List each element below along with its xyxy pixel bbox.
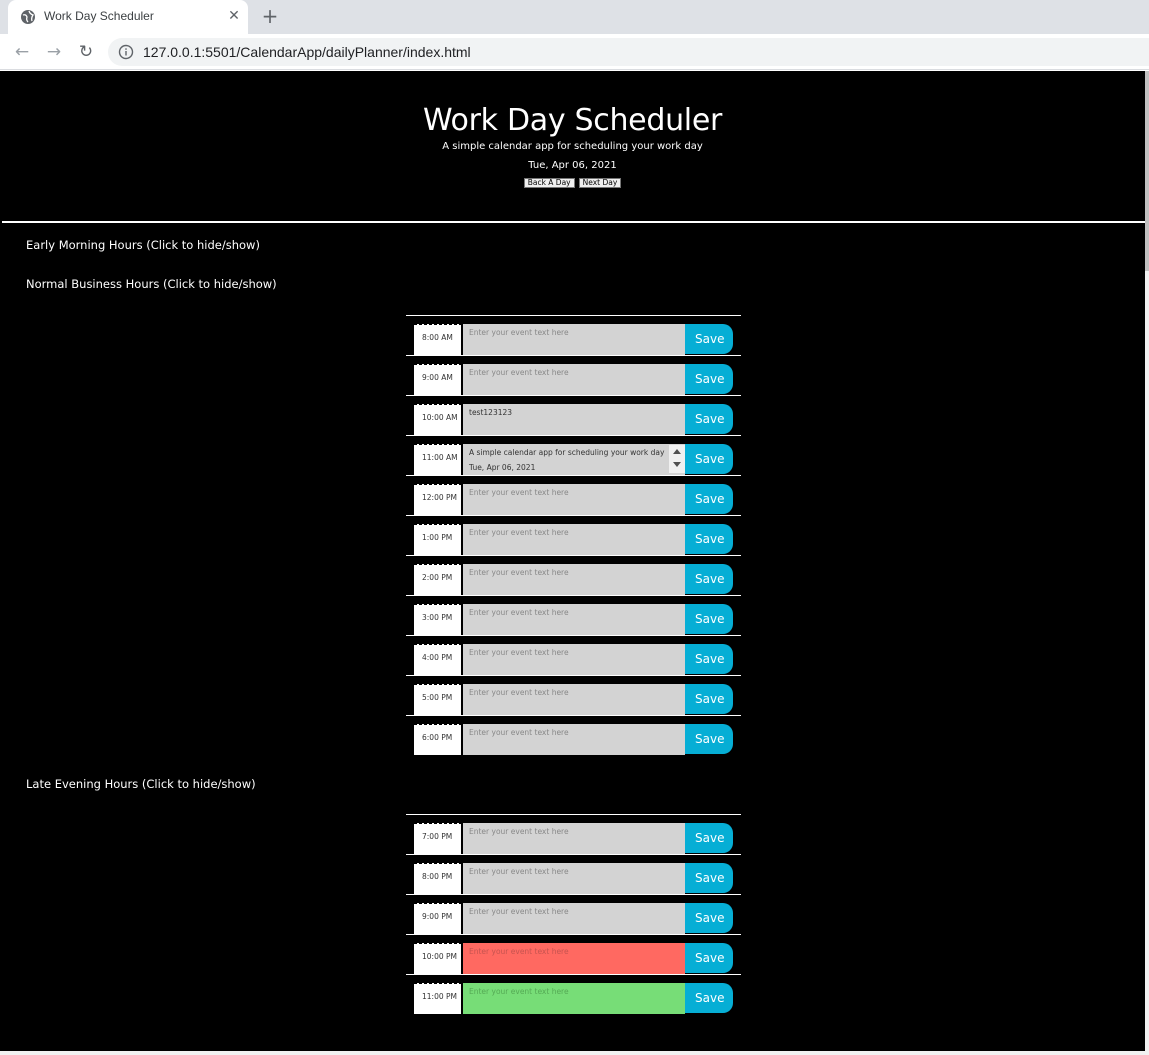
event-text-input[interactable] <box>463 943 685 974</box>
save-button[interactable]: Save <box>685 863 733 893</box>
page-subtitle: A simple calendar app for scheduling you… <box>442 141 703 152</box>
close-icon[interactable]: ✕ <box>226 8 242 24</box>
time-block-row: 10:00 PM Save <box>406 934 741 974</box>
event-text-input[interactable] <box>463 444 685 475</box>
hour-label: 3:00 PM <box>414 604 462 635</box>
event-text-input[interactable] <box>463 903 685 934</box>
save-button[interactable]: Save <box>685 524 733 554</box>
save-button[interactable]: Save <box>685 823 733 853</box>
time-block-row: 8:00 PM Save <box>406 854 741 894</box>
event-text-input[interactable] <box>463 564 685 595</box>
hour-label: 12:00 PM <box>414 484 462 515</box>
horizontal-scrollbar[interactable] <box>0 1051 1145 1055</box>
event-text-input[interactable] <box>463 724 685 755</box>
event-text-input[interactable] <box>463 823 685 854</box>
page-viewport: Work Day Scheduler A simple calendar app… <box>0 71 1145 1051</box>
save-button[interactable]: Save <box>685 324 733 354</box>
hour-label: 11:00 PM <box>414 983 462 1014</box>
hour-label: 2:00 PM <box>414 564 462 595</box>
forward-arrow-icon[interactable]: → <box>44 42 64 62</box>
browser-tabstrip: Work Day Scheduler ✕ + <box>0 0 1149 34</box>
business-hours-list: 8:00 AMSave9:00 AMSave10:00 AMSave11:00 … <box>406 315 741 755</box>
time-block-row: 8:00 AM Save <box>406 315 741 355</box>
early-morning-toggle[interactable]: Early Morning Hours (Click to hide/show) <box>26 238 260 252</box>
event-text-input[interactable] <box>463 644 685 675</box>
normal-business-toggle[interactable]: Normal Business Hours (Click to hide/sho… <box>26 277 277 291</box>
save-button[interactable]: Save <box>685 644 733 674</box>
event-text-input[interactable] <box>463 524 685 555</box>
hour-label: 1:00 PM <box>414 524 462 555</box>
event-text-input[interactable] <box>463 983 685 1014</box>
time-block-row: 11:00 AM Save <box>406 435 741 475</box>
hour-label: 9:00 PM <box>414 903 462 934</box>
time-block-row: 10:00 AM Save <box>406 395 741 435</box>
tab-title: Work Day Scheduler <box>44 9 154 23</box>
hour-label: 8:00 AM <box>414 324 462 355</box>
time-block-row: 11:00 PM Save <box>406 974 741 1014</box>
globe-icon <box>21 10 35 24</box>
save-button[interactable]: Save <box>685 684 733 714</box>
scrollbar-thumb[interactable] <box>1145 71 1149 271</box>
hour-label: 6:00 PM <box>414 724 462 755</box>
reload-icon[interactable]: ↻ <box>76 42 96 62</box>
hour-label: 7:00 PM <box>414 823 462 854</box>
current-date: Tue, Apr 06, 2021 <box>528 160 617 171</box>
hour-label: 4:00 PM <box>414 644 462 675</box>
event-text-input[interactable] <box>463 484 685 515</box>
save-button[interactable]: Save <box>685 604 733 634</box>
info-icon[interactable] <box>118 44 134 60</box>
scroll-down-icon[interactable] <box>673 462 681 467</box>
browser-tab[interactable]: Work Day Scheduler ✕ <box>8 0 248 34</box>
time-block-row: 6:00 PM Save <box>406 715 741 755</box>
time-block-row: 2:00 PM Save <box>406 555 741 595</box>
event-text-input[interactable] <box>463 324 685 355</box>
vertical-scrollbar[interactable] <box>1145 71 1149 1055</box>
event-text-input[interactable] <box>463 863 685 894</box>
time-block-row: 12:00 PM Save <box>406 475 741 515</box>
save-button[interactable]: Save <box>685 564 733 594</box>
address-bar[interactable]: 127.0.0.1:5501/CalendarApp/dailyPlanner/… <box>108 38 1149 66</box>
time-block-row: 1:00 PM Save <box>406 515 741 555</box>
event-text-input[interactable] <box>463 684 685 715</box>
event-text-input[interactable] <box>463 604 685 635</box>
url-text: 127.0.0.1:5501/CalendarApp/dailyPlanner/… <box>143 44 471 60</box>
save-button[interactable]: Save <box>685 444 733 474</box>
hour-label: 8:00 PM <box>414 863 462 894</box>
hour-label: 10:00 PM <box>414 943 462 974</box>
new-tab-icon[interactable]: + <box>260 6 280 26</box>
save-button[interactable]: Save <box>685 983 733 1013</box>
browser-toolbar: ← → ↻ 127.0.0.1:5501/CalendarApp/dailyPl… <box>0 34 1149 70</box>
time-block-row: 5:00 PM Save <box>406 675 741 715</box>
event-text-input[interactable] <box>463 364 685 395</box>
back-a-day-button[interactable]: Back A Day <box>523 178 575 188</box>
save-button[interactable]: Save <box>685 903 733 933</box>
next-day-button[interactable]: Next Day <box>578 178 622 188</box>
page-title: Work Day Scheduler <box>422 103 723 138</box>
save-button[interactable]: Save <box>685 364 733 394</box>
save-button[interactable]: Save <box>685 484 733 514</box>
evening-hours-list: 7:00 PMSave8:00 PMSave9:00 PMSave10:00 P… <box>406 814 741 1014</box>
hour-label: 10:00 AM <box>414 404 462 435</box>
hour-label: 9:00 AM <box>414 364 462 395</box>
header-divider <box>2 221 1145 223</box>
time-block-row: 3:00 PM Save <box>406 595 741 635</box>
time-block-row: 4:00 PM Save <box>406 635 741 675</box>
event-text-input[interactable] <box>463 404 685 435</box>
hour-label: 5:00 PM <box>414 684 462 715</box>
textarea-scrollbar[interactable] <box>669 445 685 473</box>
save-button[interactable]: Save <box>685 404 733 434</box>
late-evening-toggle[interactable]: Late Evening Hours (Click to hide/show) <box>26 777 256 791</box>
back-arrow-icon[interactable]: ← <box>12 42 32 62</box>
time-block-row: 9:00 AM Save <box>406 355 741 395</box>
time-block-row: 7:00 PM Save <box>406 814 741 854</box>
day-navigation: Back A Day Next Day <box>0 178 1145 188</box>
save-button[interactable]: Save <box>685 943 733 973</box>
hour-label: 11:00 AM <box>414 444 462 475</box>
save-button[interactable]: Save <box>685 724 733 754</box>
scroll-up-icon[interactable] <box>673 449 681 454</box>
time-block-row: 9:00 PM Save <box>406 894 741 934</box>
